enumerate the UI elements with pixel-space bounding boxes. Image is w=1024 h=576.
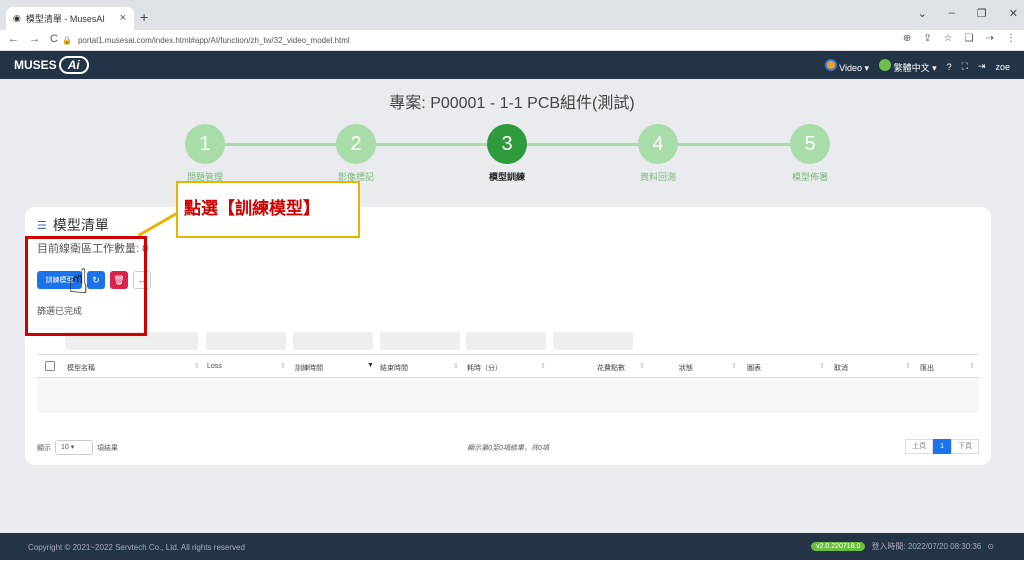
bookmark-star-icon[interactable]: ☆ (944, 33, 953, 44)
app-logo[interactable]: MUSES Ai (14, 56, 89, 74)
col-loss[interactable]: Loss (207, 363, 222, 370)
sort-desc-icon: ▼ (367, 362, 374, 369)
col-duration[interactable]: 耗時（分） (467, 363, 502, 373)
skeleton-bar (293, 332, 373, 350)
logout-icon[interactable]: ⇥ (978, 61, 986, 72)
prev-page-button[interactable]: 上頁 (905, 439, 934, 454)
pagination: 上頁 1 下頁 (905, 439, 979, 454)
video-label: Video (839, 63, 863, 73)
col-train-time[interactable]: 訓練時間 (295, 363, 323, 373)
window-controls: ⌄ – ❐ ✕ (918, 7, 1018, 20)
list-icon: ☰ (37, 219, 47, 232)
model-list-card: ☰ 模型清單 目前線衛區工作數量: 0 訓練模型 ↻ 🗑 ↔ 篩選已完成 模型名稱… (25, 207, 991, 465)
menu-kebab-icon[interactable]: ⋮ (1006, 33, 1016, 44)
sort-icon: ⇕ (731, 363, 737, 370)
col-chart[interactable]: 圖表 (747, 363, 761, 373)
help-icon[interactable]: ? (947, 62, 952, 72)
logo-badge: Ai (58, 56, 89, 74)
tab-close-icon[interactable]: × (120, 12, 126, 24)
restore-button[interactable]: ❐ (977, 7, 987, 20)
step-4[interactable]: 4 資料回測 (618, 124, 698, 183)
step-label: 模型訓練 (488, 172, 525, 182)
zoom-icon[interactable]: ⊕ (903, 33, 911, 44)
step-3[interactable]: 3 模型訓練 (467, 124, 547, 183)
table-info: 顯示第0至0項結果，共0項 (467, 445, 549, 452)
tab-search-icon[interactable]: ⌄ (918, 7, 927, 20)
skeleton-bar (206, 332, 286, 350)
step-1[interactable]: 1 問題管理 (165, 124, 245, 183)
sort-icon: ⇕ (453, 363, 459, 370)
url-field[interactable]: 🔒 portal1.musesai.com/index.html#app/AI/… (58, 32, 928, 49)
lock-icon: 🔒 (62, 36, 72, 45)
version-badge: v2.0.220718.0 (811, 542, 866, 551)
select-all-checkbox[interactable] (45, 361, 55, 371)
col-end-time[interactable]: 結束時間 (380, 363, 408, 373)
pointer-hand-icon: ☝ (68, 263, 89, 301)
step-label: 資料回測 (639, 172, 676, 182)
globe-icon (879, 59, 892, 71)
step-circle: 2 (336, 124, 376, 164)
url-text: portal1.musesai.com/index.html#app/AI/fu… (77, 36, 350, 45)
sort-icon: ⇕ (969, 363, 975, 370)
copyright: Copyright © 2021~2022 Servtech Co., Ltd.… (28, 543, 245, 552)
fullscreen-icon[interactable]: ⛶ (962, 61, 968, 72)
new-tab-button[interactable]: + (140, 9, 148, 25)
skeleton-bar (380, 332, 460, 350)
sort-icon: ⇕ (194, 363, 200, 370)
step-label: 模型佈署 (791, 172, 828, 182)
table-header: 模型名稱 ⇕ Loss ⇕ 訓練時間 ▼ 結束時間 ⇕ 耗時（分） ⇕ 花費點數… (37, 354, 979, 378)
sort-icon: ⇕ (540, 363, 546, 370)
page-title: 專案: P00001 - 1-1 PCB組件(測試) (389, 95, 635, 112)
page-1-button[interactable]: 1 (933, 439, 951, 454)
step-5[interactable]: 5 模型佈署 (770, 124, 850, 183)
video-icon (824, 59, 837, 71)
skeleton-bar (553, 332, 633, 350)
minimize-button[interactable]: – (949, 7, 955, 20)
reload-button[interactable]: C (50, 33, 58, 45)
step-circle: 4 (638, 124, 678, 164)
favicon-icon: ◉ (13, 13, 21, 23)
next-page-button[interactable]: 下頁 (951, 439, 979, 454)
login-time: 登入時間: 2022/07/20 08:30:36 (871, 542, 982, 551)
step-circle: 3 (487, 124, 527, 164)
col-cancel[interactable]: 取消 (834, 363, 848, 373)
clock-icon: ⊙ (987, 542, 994, 551)
bottom-margin (0, 560, 1024, 576)
share-icon[interactable]: ⇪ (923, 33, 931, 44)
col-model-name[interactable]: 模型名稱 (67, 363, 95, 373)
col-status[interactable]: 狀態 (679, 363, 693, 373)
sort-icon: ⇕ (819, 363, 825, 370)
table-footer: 顯示 10 ▾ 項結果 顯示第0至0項結果，共0項 上頁 1 下頁 (37, 437, 979, 457)
annotation-callout: 點選【訓練模型】 (176, 181, 360, 238)
sort-icon: ⇕ (639, 363, 645, 370)
browser-tab[interactable]: ◉ 模型清單 - MusesAI × (6, 7, 134, 30)
app-header: MUSES Ai Video ▾ 繁體中文 ▾ ? ⛶ ⇥ zoe (0, 51, 1024, 79)
user-name[interactable]: zoe (995, 62, 1010, 72)
step-2[interactable]: 2 影像標記 (316, 124, 396, 183)
page-footer: Copyright © 2021~2022 Servtech Co., Ltd.… (0, 533, 1024, 560)
tab-title: 模型清單 - MusesAI (25, 14, 105, 24)
skeleton-bar (466, 332, 546, 350)
model-table: 模型名稱 ⇕ Loss ⇕ 訓練時間 ▼ 結束時間 ⇕ 耗時（分） ⇕ 花費點數… (37, 354, 979, 412)
sort-icon: ⇕ (280, 363, 286, 370)
video-menu[interactable]: Video ▾ (824, 59, 869, 74)
col-export[interactable]: 匯出 (920, 363, 934, 373)
back-button[interactable]: ← (8, 33, 19, 45)
browser-tabstrip: ◉ 模型清單 - MusesAI × + ⌄ – ❐ ✕ (0, 0, 1024, 30)
language-label: 繁體中文 (893, 63, 930, 73)
step-circle: 1 (185, 124, 225, 164)
logo-text: MUSES (14, 58, 57, 72)
sort-icon: ⇕ (905, 363, 911, 370)
extension-icon[interactable]: ⇢ (986, 33, 994, 44)
address-bar-row: ← → C 🔒 portal1.musesai.com/index.html#a… (0, 30, 1024, 51)
forward-button[interactable]: → (29, 33, 40, 45)
sidebar-icon[interactable]: ❑ (965, 33, 974, 44)
empty-table-body (37, 378, 979, 412)
col-cost-points[interactable]: 花費點數 (597, 363, 625, 373)
close-window-button[interactable]: ✕ (1009, 7, 1018, 20)
step-circle: 5 (790, 124, 830, 164)
card-title: 模型清單 (52, 217, 109, 233)
language-menu[interactable]: 繁體中文 ▾ (879, 59, 937, 74)
main-content: 專案: P00001 - 1-1 PCB組件(測試) 1 問題管理 2 影像標記 3… (0, 79, 1024, 533)
